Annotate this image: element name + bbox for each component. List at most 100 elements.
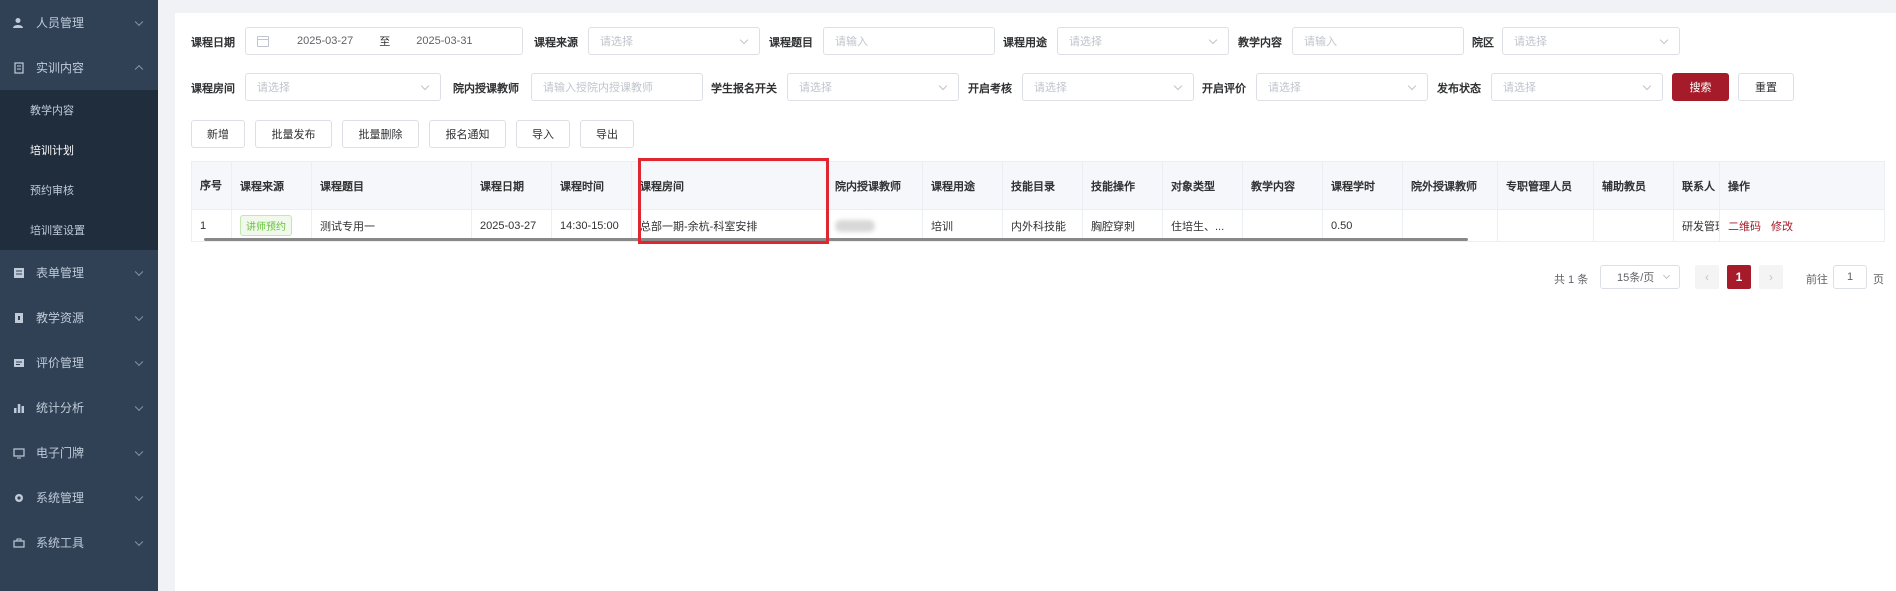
cell-date: 2025-03-27 [472,210,552,241]
col-hours: 课程学时 [1323,162,1403,209]
menu-label: 评价管理 [36,356,85,370]
pagination-total: 共 1 条 [1554,274,1589,286]
cell-skill-catalog: 内外科技能 [1003,210,1083,241]
room-column-highlight [638,158,829,244]
course-purpose-label: 课程用途 [1003,37,1047,49]
cell-purpose: 培训 [923,210,1003,241]
course-title-input[interactable]: 请输入 [823,27,995,55]
table-horizontal-scrollbar[interactable] [204,238,1468,241]
menu-system-management[interactable]: 系统管理 [0,475,158,520]
chevron-down-icon [134,357,144,366]
export-button[interactable]: 导出 [580,120,634,148]
menu-label: 实训内容 [36,61,85,75]
menu-personnel[interactable]: 人员管理 [0,0,158,45]
add-button[interactable]: 新增 [191,120,245,148]
qrcode-link[interactable]: 二维码 [1728,218,1761,234]
monitor-icon [12,446,26,460]
chevron-up-icon [134,64,144,73]
chevron-left-icon: ‹ [1705,270,1709,284]
col-title: 课程题目 [312,162,472,209]
teaching-content-input[interactable]: 请输入 [1292,27,1464,55]
cell-assistant [1594,210,1674,241]
goto-page-input[interactable]: 1 [1833,265,1867,289]
toolbox-icon [12,536,26,550]
batch-delete-button[interactable]: 批量删除 [342,120,419,148]
sidebar: 人员管理 实训内容 教学内容 培训计划 预约审核 培训室设置 表单管理 教学资源… [0,0,158,591]
teaching-content-label: 教学内容 [1238,37,1282,49]
cell-title: 测试专用一 [312,210,472,241]
submenu-booking-review[interactable]: 预约审核 [0,170,158,210]
menu-label: 系统管理 [36,491,85,505]
search-button[interactable]: 搜索 [1672,73,1729,101]
open-exam-label: 开启考核 [968,83,1012,95]
col-skill-catalog: 技能目录 [1003,162,1083,209]
chevron-down-icon [134,17,144,26]
course-purpose-select[interactable]: 请选择 [1057,27,1229,55]
col-manager: 专职管理人员 [1498,162,1594,209]
page-number-current[interactable]: 1 [1727,265,1751,289]
cell-inner-teacher [827,210,923,241]
publish-status-label: 发布状态 [1437,83,1481,95]
reset-button[interactable]: 重置 [1738,73,1794,101]
course-date-range[interactable]: 2025-03-27 至 2025-03-31 [245,27,523,55]
col-date: 课程日期 [472,162,552,209]
menu-statistics[interactable]: 统计分析 [0,385,158,430]
batch-publish-button[interactable]: 批量发布 [255,120,332,148]
student-signup-label: 学生报名开关 [711,83,777,95]
course-room-select[interactable]: 请选择 [245,73,441,101]
date-separator: 至 [379,36,391,48]
col-assistant: 辅助教员 [1594,162,1674,209]
submenu: 教学内容 培训计划 预约审核 培训室设置 [0,90,158,250]
table-header: 序号 课程来源 课程题目 课程日期 课程时间 课程房间 院内授课教师 课程用途 … [192,162,1884,210]
page-size-select[interactable]: 15条/页 [1600,265,1680,289]
user-icon [12,16,26,30]
student-signup-select[interactable]: 请选择 [787,73,959,101]
chevron-down-icon [134,402,144,411]
cell-source: 讲师预约 [232,210,312,241]
cell-target-type: 住培生、... [1163,210,1243,241]
menu-teaching-resources[interactable]: 教学资源 [0,295,158,340]
inner-teacher-input[interactable]: 请输入授院内授课教师 [531,73,703,101]
course-title-label: 课程题目 [769,37,813,49]
submenu-room-settings[interactable]: 培训室设置 [0,210,158,250]
open-eval-select[interactable]: 请选择 [1256,73,1428,101]
menu-e-doorplate[interactable]: 电子门牌 [0,430,158,475]
col-source: 课程来源 [232,162,312,209]
menu-evaluation[interactable]: 评价管理 [0,340,158,385]
menu-forms[interactable]: 表单管理 [0,250,158,295]
inner-teacher-label: 院内授课教师 [453,83,519,95]
bar-chart-icon [12,401,26,415]
col-actions: 操作 [1728,180,1750,193]
campus-select[interactable]: 请选择 [1502,27,1680,55]
evaluation-icon [12,356,26,370]
submenu-training-plan[interactable]: 培训计划 [0,130,158,170]
course-room-label: 课程房间 [191,83,235,95]
date-start: 2025-03-27 [297,35,354,47]
resource-icon [12,311,26,325]
col-contact: 联系人 [1674,162,1720,209]
menu-label: 教学资源 [36,311,85,325]
prev-page-button[interactable]: ‹ [1695,265,1719,289]
signup-notice-button[interactable]: 报名通知 [429,120,506,148]
submenu-teaching-content[interactable]: 教学内容 [0,90,158,130]
col-skill-op: 技能操作 [1083,162,1163,209]
main-content: 课程日期 2025-03-27 至 2025-03-31 课程来源 请选择 课程… [175,13,1896,591]
col-time: 课程时间 [552,162,632,209]
goto-label: 前往 [1806,274,1828,286]
open-eval-label: 开启评价 [1202,83,1246,95]
menu-system-tools[interactable]: 系统工具 [0,520,158,565]
menu-training-content[interactable]: 实训内容 [0,45,158,90]
source-tag: 讲师预约 [240,215,292,236]
publish-status-select[interactable]: 请选择 [1491,73,1663,101]
import-button[interactable]: 导入 [516,120,570,148]
chevron-down-icon [134,312,144,321]
menu-label: 系统工具 [36,536,85,550]
cell-index: 1 [192,210,232,241]
cell-outer-teacher [1403,210,1498,241]
course-source-select[interactable]: 请选择 [588,27,760,55]
next-page-button[interactable]: › [1759,265,1783,289]
edit-link[interactable]: 修改 [1771,218,1793,234]
col-inner-teacher: 院内授课教师 [827,162,923,209]
form-icon [12,266,26,280]
open-exam-select[interactable]: 请选择 [1022,73,1194,101]
